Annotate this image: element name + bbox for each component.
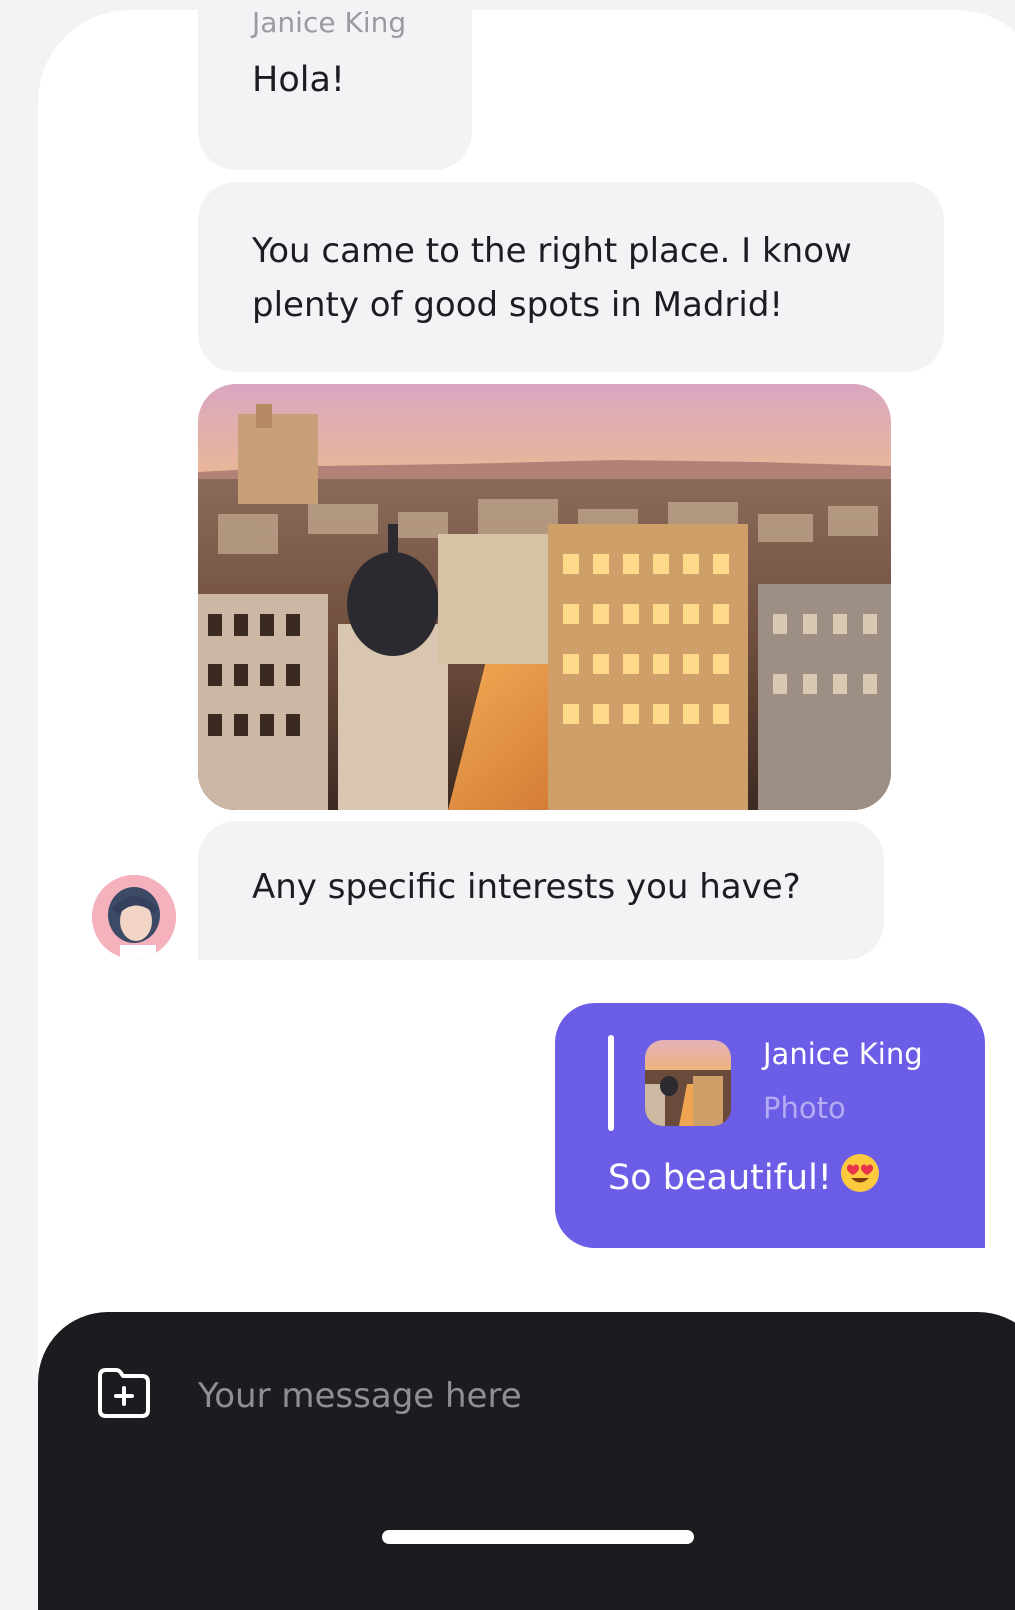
message-bubble-intro[interactable]: You came to the right place. I know plen… bbox=[198, 182, 944, 372]
folder-plus-icon[interactable] bbox=[94, 1362, 154, 1422]
avatar-image bbox=[92, 875, 176, 959]
outgoing-message-bubble[interactable]: Janice King Photo So beautiful! bbox=[555, 1003, 985, 1248]
message-text: Hola! bbox=[252, 60, 345, 100]
heart-eyes-emoji-icon bbox=[840, 1153, 880, 1202]
message-sender: Janice King bbox=[252, 10, 407, 39]
avatar[interactable] bbox=[92, 875, 176, 959]
outgoing-message-text-row: So beautiful! bbox=[608, 1153, 880, 1202]
outgoing-message-text: So beautiful! bbox=[608, 1158, 832, 1198]
quote-bar bbox=[608, 1035, 614, 1131]
message-photo[interactable] bbox=[198, 384, 891, 810]
home-indicator bbox=[382, 1530, 694, 1544]
quoted-type: Photo bbox=[763, 1091, 846, 1125]
message-composer bbox=[38, 1312, 1015, 1610]
quoted-sender: Janice King bbox=[763, 1037, 923, 1071]
city-photo-thumbnail bbox=[645, 1040, 731, 1126]
message-input[interactable] bbox=[198, 1368, 898, 1424]
city-photo-image bbox=[198, 384, 891, 810]
message-bubble-greeting[interactable]: Janice King Hola! bbox=[198, 10, 472, 170]
quoted-photo-thumbnail[interactable] bbox=[645, 1040, 731, 1126]
message-bubble-question[interactable]: Any specific interests you have? bbox=[198, 821, 884, 960]
message-text: You came to the right place. I know plen… bbox=[252, 231, 852, 325]
chat-screen: Janice King Hola! You came to the right … bbox=[38, 10, 1015, 1610]
message-text: Any specific interests you have? bbox=[252, 867, 801, 907]
